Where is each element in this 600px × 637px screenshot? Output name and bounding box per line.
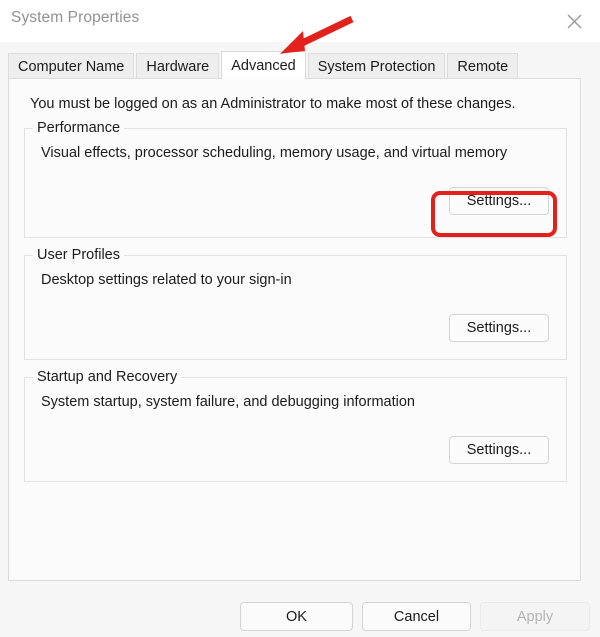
user-profiles-description: Desktop settings related to your sign-in [41, 272, 292, 288]
tab-strip: Computer Name Hardware Advanced System P… [8, 51, 520, 79]
tab-system-protection[interactable]: System Protection [307, 53, 446, 79]
administrator-note: You must be logged on as an Administrato… [30, 96, 516, 112]
performance-settings-button[interactable]: Settings... [449, 187, 549, 215]
startup-recovery-settings-button[interactable]: Settings... [449, 436, 549, 464]
performance-group: Performance Visual effects, processor sc… [24, 120, 567, 238]
startup-recovery-group: Startup and Recovery System startup, sys… [24, 369, 567, 482]
title-bar: System Properties [0, 0, 600, 42]
tab-computer-name[interactable]: Computer Name [8, 53, 135, 79]
startup-recovery-group-title: Startup and Recovery [33, 369, 182, 385]
tab-hardware[interactable]: Hardware [136, 53, 220, 79]
user-profiles-settings-button[interactable]: Settings... [449, 314, 549, 342]
close-button[interactable] [548, 0, 600, 42]
ok-button[interactable]: OK [240, 602, 353, 631]
performance-group-title: Performance [33, 120, 125, 136]
close-icon [566, 13, 583, 30]
apply-button: Apply [480, 602, 590, 631]
window-title: System Properties [11, 9, 140, 26]
cancel-button[interactable]: Cancel [362, 602, 471, 631]
user-profiles-group: User Profiles Desktop settings related t… [24, 247, 567, 360]
tab-remote[interactable]: Remote [447, 53, 519, 79]
tab-advanced[interactable]: Advanced [221, 51, 306, 79]
system-properties-window: System Properties Computer Name Hardware… [0, 0, 600, 637]
advanced-tab-panel: You must be logged on as an Administrato… [8, 78, 581, 581]
user-profiles-group-title: User Profiles [33, 247, 124, 263]
startup-recovery-description: System startup, system failure, and debu… [41, 394, 415, 410]
performance-description: Visual effects, processor scheduling, me… [41, 145, 508, 161]
